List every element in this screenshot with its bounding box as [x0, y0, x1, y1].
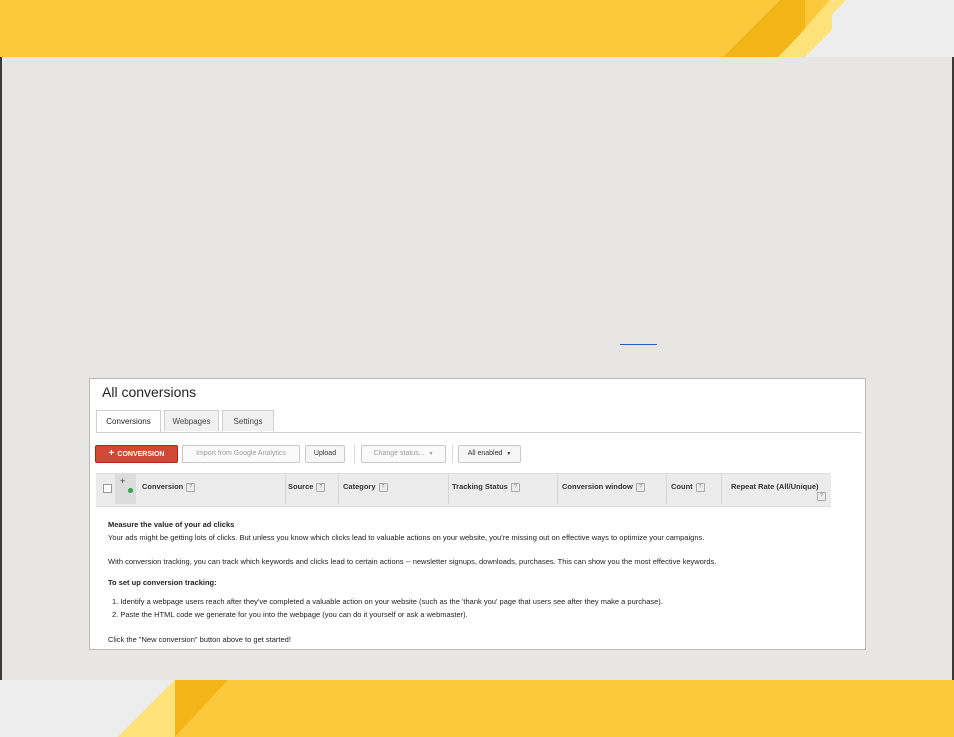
column-count[interactable]: Count? — [671, 482, 705, 492]
help-icon[interactable]: ? — [817, 492, 826, 502]
help-icon[interactable]: ? — [378, 482, 388, 492]
column-divider — [557, 474, 558, 504]
help-icon[interactable]: ? — [635, 482, 645, 492]
column-conversion[interactable]: Conversion? — [142, 482, 196, 492]
column-divider — [338, 474, 339, 504]
page-title: All conversions — [102, 384, 197, 400]
table-header: + Conversion? Source? Category? Tracking… — [96, 473, 831, 507]
setup-step: 1. Identify a webpage users reach after … — [112, 597, 663, 606]
column-divider — [448, 474, 449, 504]
tab-bar: Conversions Webpages Settings — [96, 410, 861, 433]
column-divider — [721, 474, 722, 504]
empty-state-paragraph: Your ads might be getting lots of clicks… — [108, 533, 705, 542]
column-category[interactable]: Category? — [343, 482, 388, 492]
empty-state-heading: Measure the value of your ad clicks — [108, 520, 235, 529]
empty-state-paragraph: With conversion tracking, you can track … — [108, 557, 717, 566]
chevron-down-icon: ▼ — [428, 451, 434, 457]
setup-step: 2. Paste the HTML code we generate for y… — [112, 610, 468, 619]
chevron-down-icon: ▼ — [506, 451, 512, 457]
change-status-dropdown[interactable]: Change status... ▼ — [361, 445, 446, 463]
help-icon[interactable]: ? — [695, 482, 705, 492]
column-divider — [285, 474, 286, 504]
top-banner — [0, 0, 954, 57]
tab-conversions[interactable]: Conversions — [96, 410, 161, 432]
conversions-panel: All conversions Conversions Webpages Set… — [89, 378, 866, 650]
new-conversion-button[interactable]: + CONVERSION — [95, 445, 178, 463]
toolbar: + CONVERSION Import from Google Analytics… — [90, 433, 865, 473]
column-source[interactable]: Source? — [288, 482, 326, 492]
select-all-checkbox[interactable] — [103, 484, 112, 493]
tab-settings[interactable]: Settings — [222, 410, 274, 431]
column-conversion-window[interactable]: Conversion window? — [562, 482, 645, 492]
link-underline[interactable] — [620, 344, 657, 345]
tab-webpages[interactable]: Webpages — [164, 410, 219, 431]
add-row-cell[interactable]: + — [115, 474, 136, 504]
plus-icon: + — [108, 448, 115, 459]
upload-button[interactable]: Upload — [305, 445, 345, 463]
column-divider — [666, 474, 667, 504]
help-icon[interactable]: ? — [510, 482, 520, 492]
import-analytics-button[interactable]: Import from Google Analytics — [182, 445, 300, 463]
all-enabled-dropdown[interactable]: All enabled ▼ — [458, 445, 521, 463]
column-repeat-rate[interactable]: Repeat Rate (All/Unique)? — [731, 482, 826, 502]
frame-left-border — [0, 57, 2, 680]
toolbar-divider — [354, 445, 355, 463]
setup-heading: To set up conversion tracking: — [108, 578, 217, 587]
column-tracking-status[interactable]: Tracking Status? — [452, 482, 520, 492]
help-icon[interactable]: ? — [186, 482, 196, 492]
empty-state-cta: Click the "New conversion" button above … — [108, 635, 291, 644]
status-dot-icon — [128, 488, 133, 493]
bottom-banner — [0, 680, 954, 737]
toolbar-divider — [452, 445, 453, 463]
help-icon[interactable]: ? — [316, 482, 326, 492]
plus-icon: + — [120, 476, 126, 486]
